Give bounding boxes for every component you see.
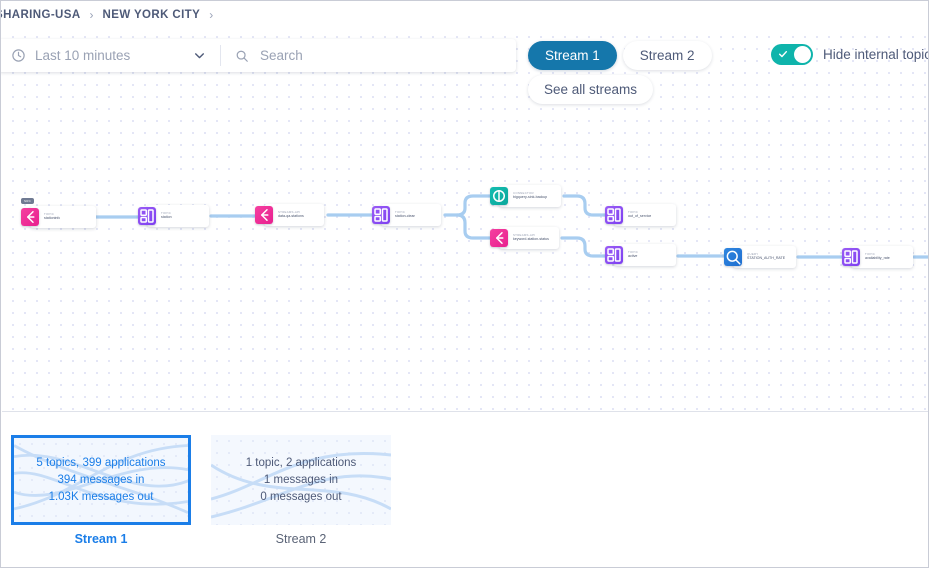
stream-card-stat-1: 5 topics, 399 applications [36, 455, 165, 472]
lineage-node-data-qa-stations[interactable]: STREAMS-APIdata-qa-stations [264, 204, 324, 226]
node-name: STATION_AUTH_RATE [747, 257, 785, 261]
node-name: bigquery-sink-backup [513, 196, 547, 200]
breadcrumb-item-1[interactable]: NEW YORK CITY [103, 9, 201, 21]
node-text: TOPICstation [161, 212, 172, 220]
breadcrumb: SHARING-USA › NEW YORK CITY › [1, 2, 929, 27]
node-name: keyword-station-status [513, 238, 549, 242]
node-type-icon-pink [21, 208, 39, 226]
stream-card-slot-1: 5 topics, 399 applications394 messages i… [11, 435, 191, 546]
stream-selector: Stream 1 Stream 2 [528, 41, 712, 70]
stream-card-stats: 5 topics, 399 applications394 messages i… [36, 455, 165, 506]
search-field[interactable] [221, 39, 516, 72]
check-icon [778, 49, 788, 59]
stream-card-1[interactable]: 5 topics, 399 applications394 messages i… [11, 435, 191, 525]
stream-card-2[interactable]: 1 topic, 2 applications1 messages in0 me… [211, 435, 391, 525]
search-icon [235, 49, 249, 63]
node-text: TOPICstationinfo [44, 213, 60, 221]
node-type-icon-blue [724, 248, 742, 266]
time-range-picker[interactable]: Last 10 minutes [0, 39, 220, 72]
toggle-knob [794, 46, 811, 63]
stream-lineage-page: SHARING-USA › NEW YORK CITY › SRCTOPICst… [0, 0, 929, 568]
node-type-icon-pink [255, 206, 273, 224]
breadcrumb-separator-icon-2: › [209, 8, 213, 22]
time-range-value: Last 10 minutes [35, 48, 193, 63]
lineage-node-availability_rate[interactable]: TOPICavailability_rate [851, 246, 913, 268]
lineage-node-station[interactable]: TOPICstation [147, 205, 209, 227]
stream-card-stat-1: 1 topic, 2 applications [246, 455, 357, 472]
stream-summary-panel: 5 topics, 399 applications394 messages i… [2, 411, 929, 568]
stream-card-slot-2: 1 topic, 2 applications1 messages in0 me… [211, 435, 391, 546]
node-name: availability_rate [865, 257, 890, 261]
node-text: TOPICout_of_service [628, 211, 651, 219]
hide-internal-topics-control: Hide internal topics [771, 44, 929, 65]
node-text: STREAMS-APIkeyword-station-status [513, 234, 549, 242]
see-all-streams-button[interactable]: See all streams [528, 75, 653, 104]
node-type-icon-pink [490, 229, 508, 247]
node-type-icon-purple [138, 207, 156, 225]
lineage-node-keyword-station-status[interactable]: STREAMS-APIkeyword-station-status [499, 227, 559, 249]
stream-card-title-1[interactable]: Stream 1 [11, 532, 191, 546]
hide-internal-topics-toggle[interactable] [771, 44, 813, 65]
stream-card-title-2[interactable]: Stream 2 [211, 532, 391, 546]
node-text: CONNECTORbigquery-sink-backup [513, 192, 547, 200]
stream-card-stat-2: 1 messages in [246, 472, 357, 489]
stream-button-2[interactable]: Stream 2 [623, 41, 712, 70]
lineage-node-stationinfo[interactable]: SRCTOPICstationinfo [30, 206, 96, 228]
hide-internal-topics-label: Hide internal topics [823, 47, 929, 62]
search-input[interactable] [258, 47, 515, 64]
node-type-icon-purple [842, 248, 860, 266]
node-name: out_of_service [628, 215, 651, 219]
node-name: station-clean [395, 215, 415, 219]
stream-card-stat-2: 394 messages in [36, 472, 165, 489]
node-tag: SRC [21, 198, 34, 204]
node-type-icon-purple [605, 206, 623, 224]
clock-icon [11, 48, 26, 63]
lineage-node-active[interactable]: TOPICactive [614, 244, 676, 266]
lineage-node-station-clean[interactable]: TOPICstation-clean [381, 204, 441, 226]
lineage-nodes: SRCTOPICstationinfoTOPICstationSTREAMS-A… [2, 27, 929, 411]
node-type-icon-purple [372, 206, 390, 224]
node-text: TOPICavailability_rate [865, 253, 890, 261]
lineage-node-STATION_AUTH_RATE[interactable]: QUERYSTATION_AUTH_RATE [733, 246, 796, 268]
lineage-node-out_of_service[interactable]: TOPICout_of_service [614, 204, 676, 226]
node-text: STREAMS-APIdata-qa-stations [278, 211, 304, 219]
node-text: QUERYSTATION_AUTH_RATE [747, 253, 785, 261]
node-text: TOPICstation-clean [395, 211, 415, 219]
lineage-node-bigquery-sink-backup[interactable]: CONNECTORbigquery-sink-backup [499, 185, 561, 207]
stream-card-stats: 1 topic, 2 applications1 messages in0 me… [246, 455, 357, 506]
breadcrumb-separator-icon: › [90, 8, 94, 22]
node-type-icon-purple [605, 246, 623, 264]
stream-button-1[interactable]: Stream 1 [528, 41, 617, 70]
node-name: data-qa-stations [278, 215, 304, 219]
node-name: stationinfo [44, 217, 60, 221]
filter-bar: Last 10 minutes [0, 39, 516, 72]
node-name: active [628, 255, 638, 259]
stream-card-stat-3: 0 messages out [246, 489, 357, 506]
lineage-canvas[interactable]: SRCTOPICstationinfoTOPICstationSTREAMS-A… [2, 27, 929, 411]
node-text: TOPICactive [628, 251, 638, 259]
breadcrumb-item-0[interactable]: SHARING-USA [0, 9, 81, 21]
node-type-icon-teal [490, 187, 508, 205]
node-name: station [161, 216, 172, 220]
chevron-down-icon [193, 49, 206, 62]
stream-card-stat-3: 1.03K messages out [36, 489, 165, 506]
